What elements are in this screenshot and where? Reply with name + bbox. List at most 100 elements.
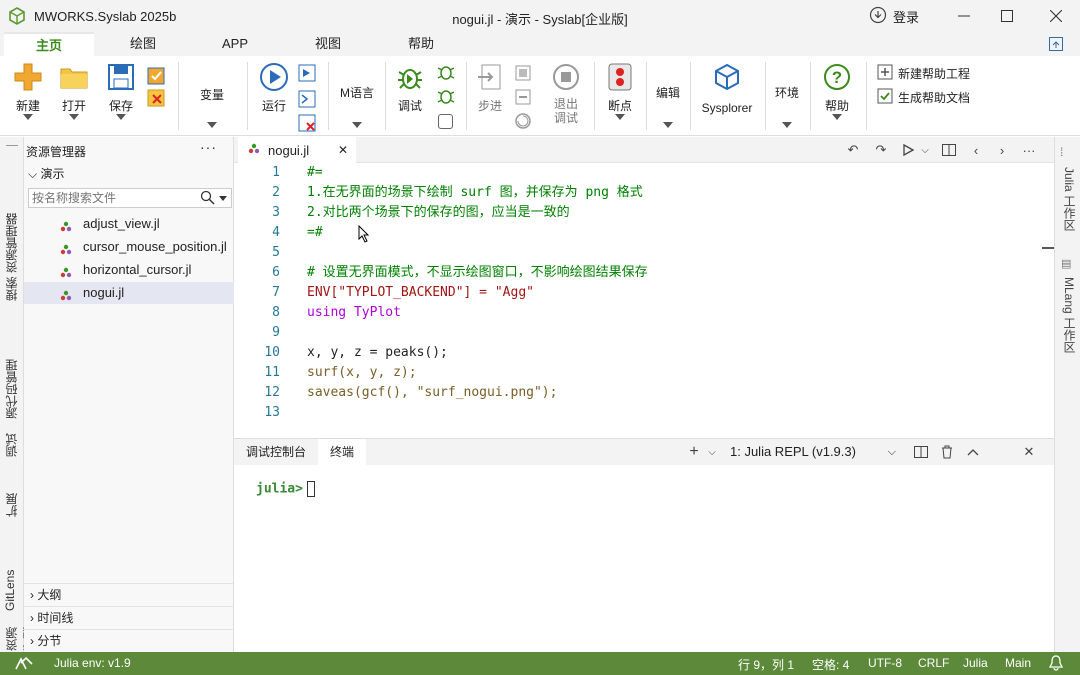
editor-tab[interactable]: nogui.jl ✕	[238, 137, 356, 163]
chevron-down-icon[interactable]	[69, 114, 79, 120]
julia-workspace-tab[interactable]: Julia 工作区	[1061, 167, 1078, 231]
activity-explorer[interactable]: 资源管理器	[3, 173, 20, 273]
exit-debug-button[interactable]: 退出 调试	[546, 62, 586, 125]
activity-gitlens[interactable]: GitLens	[3, 541, 17, 611]
bell-icon[interactable]	[1048, 655, 1064, 674]
environment-button[interactable]: 环境	[770, 84, 804, 101]
language-status[interactable]: Julia	[963, 656, 988, 670]
line-number: 9	[272, 325, 280, 340]
new-button[interactable]: 新建	[10, 62, 46, 114]
run-dropdown-icon[interactable]: ⌵	[917, 142, 933, 158]
file-filter-input[interactable]	[29, 189, 189, 207]
encoding-status[interactable]: UTF-8	[868, 656, 902, 670]
tab-home[interactable]: 主页	[4, 32, 94, 56]
gen-help-doc-button[interactable]: 生成帮助文档	[877, 88, 970, 107]
folder-demo[interactable]: ⌵ 演示	[28, 165, 64, 182]
chevron-down-icon[interactable]	[23, 114, 33, 120]
tab-help[interactable]: 帮助	[376, 32, 466, 56]
section-cells[interactable]: › 分节	[24, 629, 234, 651]
more-actions-icon[interactable]: ···	[1021, 142, 1037, 158]
section-outline[interactable]: › 大纲	[24, 583, 234, 605]
stop-run-icon[interactable]	[298, 114, 316, 135]
help-button[interactable]: ? 帮助	[818, 62, 856, 114]
eol-status[interactable]: CRLF	[918, 656, 949, 670]
chevron-down-icon[interactable]	[352, 122, 362, 128]
debug-checkbox[interactable]	[438, 114, 453, 129]
sysplorer-button[interactable]: Sysplorer	[694, 62, 760, 115]
debug-section-icon[interactable]	[436, 62, 456, 85]
scroll-indicator[interactable]	[1042, 247, 1054, 249]
continue-icon[interactable]	[514, 112, 532, 133]
tab-app[interactable]: APP	[190, 32, 280, 56]
collapse-ribbon-icon[interactable]	[1049, 37, 1063, 54]
save-button[interactable]: 保存	[103, 62, 139, 114]
debug-line-icon[interactable]	[436, 86, 456, 109]
cursor-position[interactable]: 行 9，列 1	[738, 656, 794, 673]
split-terminal-icon[interactable]	[913, 444, 929, 460]
branch-status[interactable]: Main	[1005, 656, 1031, 670]
chevron-down-icon[interactable]	[207, 122, 217, 128]
filter-dropdown-icon[interactable]	[219, 196, 227, 201]
redo-icon[interactable]: ↷	[873, 142, 889, 158]
tab-plot[interactable]: 绘图	[98, 32, 188, 56]
tab-debug-console[interactable]: 调试控制台	[234, 439, 318, 465]
tab-view[interactable]: 视图	[283, 32, 373, 56]
search-icon[interactable]	[200, 190, 215, 208]
file-item[interactable]: adjust_view.jl	[24, 213, 234, 235]
trash-icon[interactable]	[939, 444, 955, 460]
section-timeline[interactable]: › 时间线	[24, 606, 234, 628]
chevron-down-icon[interactable]	[782, 122, 792, 128]
step-out-icon[interactable]	[514, 88, 532, 109]
open-button[interactable]: 打开	[56, 62, 92, 114]
run-file-icon[interactable]	[900, 142, 916, 158]
step-into-icon[interactable]	[514, 64, 532, 85]
activity-source-control[interactable]: 源代码管理	[3, 329, 20, 419]
chevron-down-icon[interactable]: ⌵	[704, 444, 720, 460]
terminal-select[interactable]: 1: Julia REPL (v1.9.3) ⌵	[730, 442, 900, 462]
file-item-selected[interactable]: nogui.jl	[24, 282, 234, 304]
chevron-left-icon[interactable]: ‹	[968, 142, 984, 158]
chevron-down-icon[interactable]	[116, 114, 126, 120]
run-button[interactable]: 运行	[256, 62, 292, 114]
file-item[interactable]: cursor_mouse_position.jl	[24, 236, 234, 258]
debug-button[interactable]: 调试	[392, 62, 428, 114]
close-panel-icon[interactable]: ✕	[1021, 444, 1037, 460]
tab-terminal[interactable]: 终端	[318, 439, 367, 465]
save-all-icon[interactable]	[146, 66, 166, 89]
julia-env-status[interactable]: Julia env: v1.9	[54, 656, 131, 670]
activity-debug[interactable]: 调试	[3, 421, 20, 457]
chevron-down-icon[interactable]	[663, 122, 673, 128]
edit-button[interactable]: 编辑	[651, 84, 685, 101]
add-terminal-icon[interactable]: +	[686, 443, 702, 460]
mlang-button[interactable]: M语言	[334, 84, 380, 101]
chevron-up-icon[interactable]	[965, 444, 981, 460]
code-editor[interactable]: 1 #= 2 1.在无界面的场景下绘制 surf 图，并保存为 png 格式 3 2.…	[234, 163, 1054, 438]
collapse-icon[interactable]	[6, 145, 18, 146]
minimize-button[interactable]	[944, 4, 984, 28]
activity-extensions[interactable]: 扩展	[3, 481, 20, 517]
chevron-right-icon[interactable]: ›	[994, 142, 1010, 158]
close-file-icon[interactable]	[146, 88, 166, 111]
mlang-label: M语言	[340, 86, 374, 100]
step-button[interactable]: 步进	[472, 62, 508, 114]
close-window-button[interactable]	[1036, 4, 1076, 28]
new-help-project-button[interactable]: 新建帮助工程	[877, 64, 970, 83]
more-actions-icon[interactable]: ···	[200, 139, 217, 155]
undo-icon[interactable]: ↶	[845, 142, 861, 158]
chevron-down-icon[interactable]	[832, 114, 842, 120]
activity-search[interactable]: 搜索	[3, 265, 20, 301]
close-tab-icon[interactable]: ✕	[338, 143, 348, 157]
variables-button[interactable]: 变量	[190, 86, 234, 103]
mlang-workspace-tab[interactable]: MLang 工作区	[1061, 277, 1078, 353]
indent-status[interactable]: 空格: 4	[812, 656, 849, 673]
run-line-icon[interactable]	[298, 90, 316, 111]
breakpoint-button[interactable]: 断点	[602, 62, 638, 114]
remote-icon[interactable]	[14, 654, 36, 675]
file-item[interactable]: horizontal_cursor.jl	[24, 259, 234, 281]
terminal-prompt[interactable]: julia>	[256, 481, 315, 497]
chevron-down-icon[interactable]	[615, 114, 625, 120]
maximize-button[interactable]	[987, 4, 1027, 28]
run-section-icon[interactable]	[298, 64, 316, 85]
split-editor-icon[interactable]	[941, 142, 957, 158]
login-button[interactable]: 登录	[869, 6, 919, 27]
